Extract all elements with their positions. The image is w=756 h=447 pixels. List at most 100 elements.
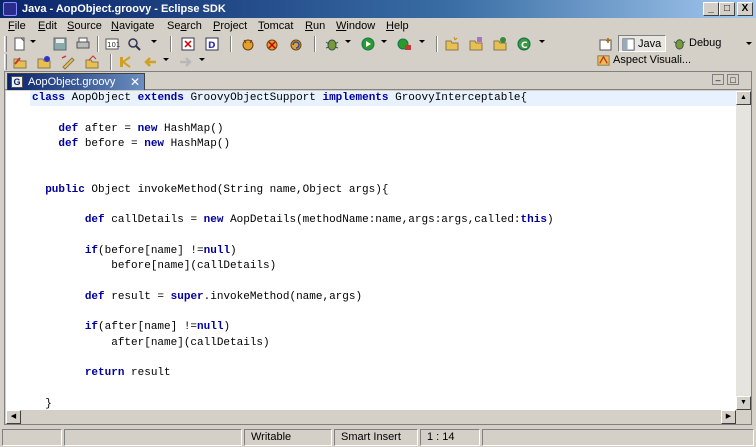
code-line[interactable]: def callDetails = new AopDetails(methodN… — [32, 213, 554, 228]
editor-tab-aopobject[interactable]: G AopObject.groovy ✕ — [7, 73, 145, 90]
perspective-overflow-arrow[interactable] — [746, 42, 752, 45]
scroll-down-arrow[interactable]: ▼ — [736, 396, 751, 410]
code-line[interactable]: after[name](callDetails) — [32, 336, 554, 351]
tomcat-restart-icon[interactable] — [288, 36, 304, 52]
binary-icon[interactable]: 101 — [104, 36, 120, 52]
code-keyword: def — [58, 122, 79, 135]
external-tools-icon[interactable] — [396, 36, 412, 52]
code-line[interactable] — [32, 152, 554, 167]
status-writable: Writable — [244, 429, 332, 446]
status-field-message — [2, 429, 62, 446]
tomcat-start-icon[interactable] — [240, 36, 256, 52]
new-dropdown-arrow[interactable] — [30, 40, 36, 43]
code-text: AopDetails(methodName:name,args:args,cal… — [223, 214, 521, 227]
menu-tomcat[interactable]: Tomcat — [258, 18, 293, 35]
code-line[interactable] — [32, 106, 554, 121]
external-tools-dropdown-arrow[interactable] — [419, 40, 425, 43]
code-line[interactable] — [32, 351, 554, 366]
code-line[interactable]: def result = super.invokeMethod(name,arg… — [32, 290, 554, 305]
aspectj-edit-icon[interactable] — [60, 54, 76, 70]
maximize-view-icon[interactable]: □ — [727, 74, 739, 85]
new-java-class-icon[interactable]: C — [516, 36, 532, 52]
editor-tab-label: AopObject.groovy — [28, 76, 116, 88]
code-line[interactable] — [32, 382, 554, 397]
new-package-icon[interactable] — [468, 36, 484, 52]
menu-run[interactable]: Run — [305, 18, 325, 35]
aspectj-build-icon[interactable] — [36, 54, 52, 70]
horizontal-scrollbar[interactable]: ◀ ▶ — [6, 410, 736, 424]
new-file-icon[interactable] — [12, 36, 28, 52]
forward-icon[interactable] — [178, 54, 194, 70]
debug-dropdown-arrow[interactable] — [345, 40, 351, 43]
scroll-left-arrow[interactable]: ◀ — [6, 410, 21, 424]
aspectj-folder-icon[interactable] — [84, 54, 100, 70]
code-line[interactable] — [32, 229, 554, 244]
tomcat-stop-icon[interactable] — [264, 36, 280, 52]
code-line[interactable]: before[name](callDetails) — [32, 259, 554, 274]
menu-edit[interactable]: Edit — [38, 18, 57, 35]
menu-project[interactable]: Project — [213, 18, 247, 35]
run-icon[interactable] — [360, 36, 376, 52]
code-line[interactable] — [32, 275, 554, 290]
code-text: (before[name] != — [98, 244, 204, 257]
java-perspective-button[interactable]: Java — [618, 35, 666, 52]
minimize-button[interactable]: _ — [703, 2, 719, 16]
run-dropdown-arrow[interactable] — [381, 40, 387, 43]
title-bar[interactable]: Java - AopObject.groovy - Eclipse SDK _ … — [0, 0, 756, 18]
minimize-view-icon[interactable]: – — [712, 74, 724, 85]
code-line[interactable]: def after = new HashMap() — [32, 122, 554, 137]
new-java-project-icon[interactable] — [444, 36, 460, 52]
open-resource-icon[interactable]: D — [204, 36, 220, 52]
previous-edit-icon[interactable] — [118, 54, 134, 70]
menu-help[interactable]: Help — [386, 18, 409, 35]
close-button[interactable]: X — [737, 2, 753, 16]
vertical-scrollbar[interactable]: ▲ ▼ — [736, 91, 751, 410]
new-class-icon[interactable] — [492, 36, 508, 52]
code-line[interactable]: def before = new HashMap() — [32, 137, 554, 152]
code-line[interactable]: class AopObject extends GroovyObjectSupp… — [32, 91, 554, 106]
search-icon[interactable] — [126, 36, 142, 52]
code-line[interactable]: } — [32, 397, 554, 410]
forward-dropdown-arrow[interactable] — [199, 58, 205, 61]
debug-perspective-button[interactable]: Debug — [670, 35, 721, 52]
code-line[interactable] — [32, 305, 554, 320]
debug-icon[interactable] — [324, 36, 340, 52]
code-text: callDetails = — [104, 214, 204, 227]
aspect-visualization-perspective-button[interactable]: Aspect Visuali... — [594, 52, 691, 69]
menu-source[interactable]: Source — [67, 18, 102, 35]
print-icon[interactable] — [75, 36, 91, 52]
aspectj-open-icon[interactable] — [12, 54, 28, 70]
code-line[interactable]: if(after[name] !=null) — [32, 320, 554, 335]
back-icon[interactable] — [142, 54, 158, 70]
open-type-icon[interactable] — [180, 36, 196, 52]
code-keyword: new — [137, 122, 158, 135]
new-class-dropdown-arrow[interactable] — [539, 40, 545, 43]
scroll-up-arrow[interactable]: ▲ — [736, 91, 751, 105]
menu-file[interactable]: File — [8, 18, 26, 35]
editor-pane: G AopObject.groovy ✕ – □ class AopObject… — [4, 71, 752, 425]
code-keyword: null — [197, 321, 224, 334]
debug-perspective-icon — [673, 39, 686, 50]
close-tab-icon[interactable]: ✕ — [130, 75, 140, 89]
menu-navigate[interactable]: Navigate — [111, 18, 154, 35]
open-perspective-icon[interactable] — [598, 37, 614, 53]
code-line[interactable] — [32, 167, 554, 182]
toolbar-grip[interactable] — [4, 36, 7, 52]
code-editor[interactable]: class AopObject extends GroovyObjectSupp… — [6, 91, 736, 410]
toolbar-grip[interactable] — [4, 54, 7, 70]
search-dropdown-arrow[interactable] — [151, 40, 157, 43]
source-code[interactable]: class AopObject extends GroovyObjectSupp… — [32, 91, 554, 410]
code-text: ) — [230, 244, 237, 257]
code-line[interactable]: public Object invokeMethod(String name,O… — [32, 183, 554, 198]
code-line[interactable] — [32, 198, 554, 213]
code-line[interactable]: if(before[name] !=null) — [32, 244, 554, 259]
menu-search[interactable]: Search — [167, 18, 202, 35]
code-line[interactable]: return result — [32, 366, 554, 381]
save-icon[interactable] — [52, 36, 68, 52]
scroll-right-arrow[interactable]: ▶ — [721, 410, 736, 424]
maximize-button[interactable]: □ — [719, 2, 735, 16]
back-dropdown-arrow[interactable] — [163, 58, 169, 61]
menu-window[interactable]: Window — [336, 18, 375, 35]
